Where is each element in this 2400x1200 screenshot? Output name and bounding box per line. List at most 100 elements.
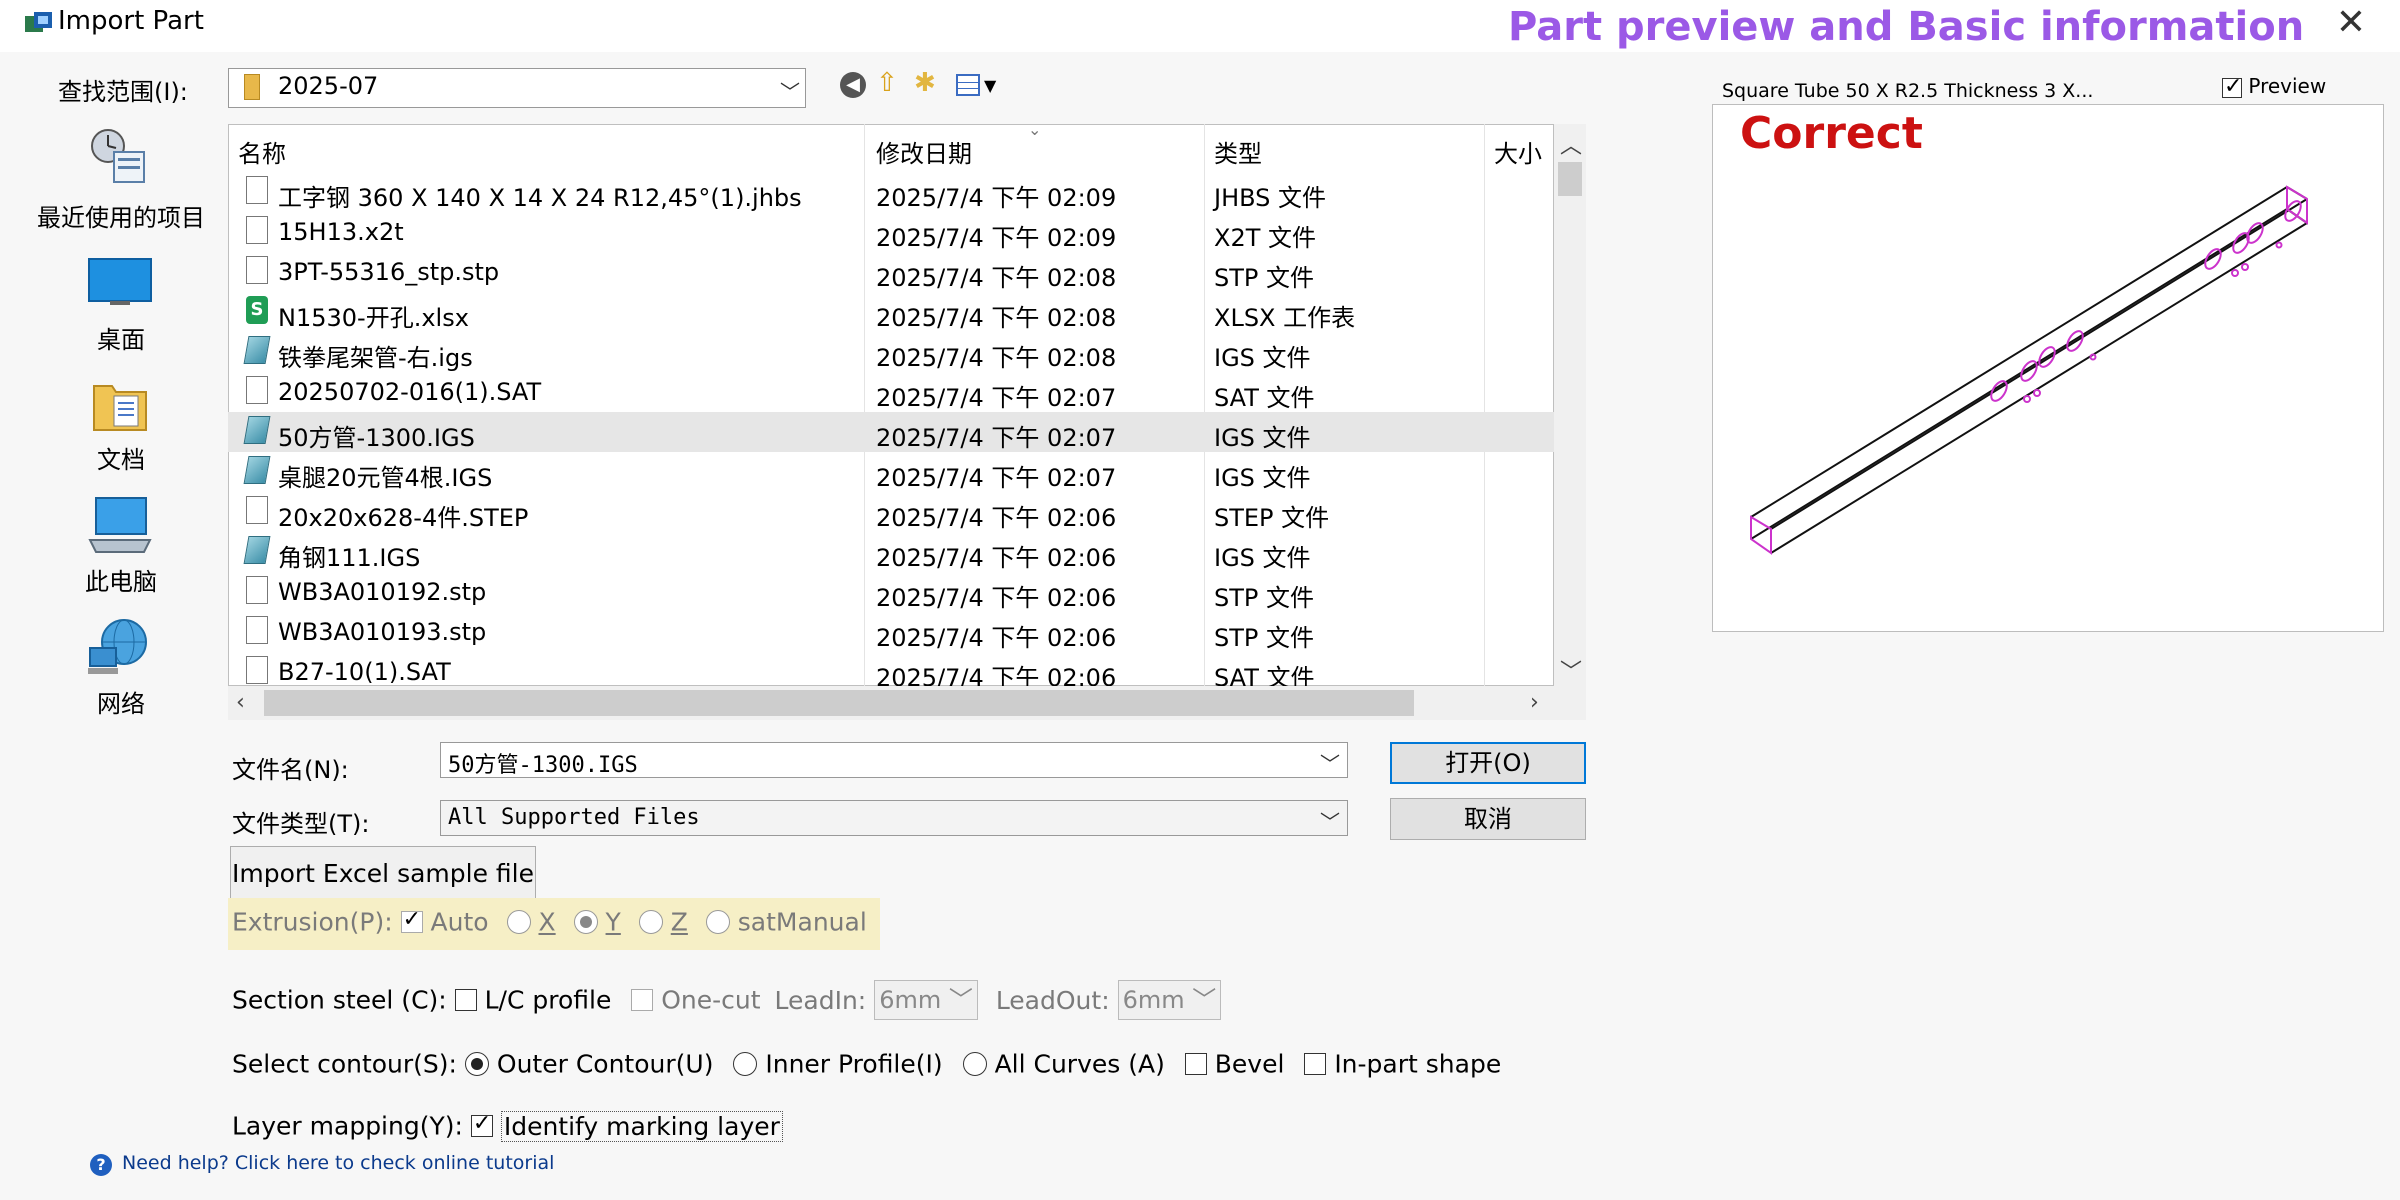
outer-contour-radio[interactable] [464, 1052, 489, 1076]
document-file-icon [246, 216, 268, 244]
filename-value: 50方管-1300.IGS [448, 753, 638, 778]
filetype-label: 文件类型(T): [232, 810, 370, 838]
chevron-down-icon[interactable]: ﹀ [780, 76, 800, 105]
bevel-label: Bevel [1214, 1049, 1285, 1079]
help-icon[interactable]: ? [90, 1154, 112, 1176]
place-documents[interactable]: 文档 [16, 440, 226, 475]
documents-icon[interactable] [92, 376, 148, 432]
lc-profile-checkbox[interactable] [454, 989, 477, 1011]
file-type: JHBS 文件 [1214, 184, 1327, 212]
file-row[interactable]: WB3A010193.stp 2025/7/4 下午 02:06 STP 文件 [228, 612, 1554, 652]
recent-items-icon[interactable] [86, 126, 150, 186]
cancel-button[interactable]: 取消 [1390, 798, 1586, 840]
file-row[interactable]: WB3A010192.stp 2025/7/4 下午 02:06 STP 文件 [228, 572, 1554, 612]
file-type: IGS 文件 [1214, 544, 1311, 572]
place-recent[interactable]: 最近使用的项目 [16, 198, 226, 233]
annotation-verdict: Correct [1740, 108, 1923, 159]
file-date: 2025/7/4 下午 02:09 [876, 184, 1117, 212]
view-dropdown-icon[interactable]: ▼ [984, 76, 996, 95]
file-date: 2025/7/4 下午 02:06 [876, 504, 1117, 532]
place-desktop[interactable]: 桌面 [16, 320, 226, 355]
cad-file-icon [243, 336, 271, 364]
back-icon[interactable]: ◀ [840, 72, 866, 98]
extrusion-z-radio[interactable] [638, 910, 663, 934]
column-modified[interactable]: 修改日期 [876, 134, 972, 169]
file-row[interactable]: 角钢111.IGS 2025/7/4 下午 02:06 IGS 文件 [228, 532, 1554, 572]
file-row[interactable]: S N1530-开孔.xlsx 2025/7/4 下午 02:08 XLSX 工作表 [228, 292, 1554, 332]
import-excel-button[interactable]: Import Excel sample file [230, 846, 536, 902]
section-steel-row: Section steel (C): L/C profile One-cut L… [232, 980, 1222, 1020]
annotation-heading: Part preview and Basic information [1508, 4, 2305, 50]
horizontal-scroll-thumb[interactable] [264, 690, 1414, 716]
network-icon[interactable] [88, 618, 152, 678]
lead-out-select[interactable]: 6mm ﹀ [1117, 980, 1222, 1020]
identify-marking-checkbox[interactable] [470, 1111, 493, 1137]
scroll-down-icon[interactable]: ﹀ [1560, 654, 1582, 686]
help-link[interactable]: Need help? Click here to check online tu… [122, 1152, 554, 1174]
column-type[interactable]: 类型 [1214, 134, 1262, 169]
file-type: SAT 文件 [1214, 384, 1315, 412]
extrusion-y-radio[interactable] [573, 910, 598, 934]
all-curves-label: All Curves (A) [994, 1049, 1165, 1079]
place-this-pc[interactable]: 此电脑 [16, 562, 226, 597]
file-row[interactable]: 桌腿20元管4根.IGS 2025/7/4 下午 02:07 IGS 文件 [228, 452, 1554, 492]
open-button[interactable]: 打开(O) [1390, 742, 1586, 784]
lead-out-value: 6mm [1122, 986, 1185, 1014]
view-menu-icon[interactable] [956, 74, 980, 96]
inner-profile-radio[interactable] [733, 1052, 758, 1076]
outer-contour-label: Outer Contour(U) [496, 1049, 714, 1079]
file-row[interactable]: 50方管-1300.IGS 2025/7/4 下午 02:07 IGS 文件 [228, 412, 1554, 452]
file-type: X2T 文件 [1214, 224, 1316, 252]
one-cut-checkbox[interactable] [631, 989, 654, 1011]
all-curves-radio[interactable] [962, 1052, 987, 1076]
file-row[interactable]: 15H13.x2t 2025/7/4 下午 02:09 X2T 文件 [228, 212, 1554, 252]
sort-chevron-icon: ⌄ [1028, 120, 1042, 139]
document-file-icon [246, 616, 268, 644]
file-row[interactable]: 20250702-016(1).SAT 2025/7/4 下午 02:07 SAT … [228, 372, 1554, 412]
scroll-right-icon[interactable]: › [1530, 690, 1539, 715]
vertical-scroll-thumb[interactable] [1558, 162, 1582, 196]
close-icon[interactable]: ✕ [2336, 2, 2366, 43]
chevron-down-icon[interactable]: ﹀ [1320, 748, 1340, 777]
lead-out-label: LeadOut: [995, 985, 1110, 1015]
column-name[interactable]: 名称 [238, 134, 286, 169]
file-type: XLSX 工作表 [1214, 304, 1356, 332]
scroll-up-icon[interactable]: ︿ [1560, 128, 1582, 160]
file-name: N1530-开孔.xlsx [278, 304, 469, 332]
lc-profile-label: L/C profile [484, 985, 612, 1015]
bevel-checkbox[interactable] [1184, 1053, 1207, 1075]
chevron-down-icon[interactable]: ﹀ [1320, 806, 1340, 835]
preview-checkbox[interactable] [2222, 74, 2242, 99]
file-type: IGS 文件 [1214, 344, 1311, 372]
section-steel-label: Section steel (C): [232, 985, 447, 1015]
file-date: 2025/7/4 下午 02:06 [876, 584, 1117, 612]
new-folder-icon[interactable]: ✱ [914, 68, 936, 98]
file-date: 2025/7/4 下午 02:06 [876, 624, 1117, 652]
place-network[interactable]: 网络 [16, 684, 226, 719]
cad-file-icon [243, 416, 271, 444]
file-row[interactable]: 工字钢 360 X 140 X 14 X 24 R12,45°(1).jhbs 2… [228, 172, 1554, 212]
file-name: 3PT-55316_stp.stp [278, 258, 500, 286]
this-pc-icon[interactable] [88, 496, 152, 556]
file-row[interactable]: 3PT-55316_stp.stp 2025/7/4 下午 02:08 STP 文件 [228, 252, 1554, 292]
up-folder-icon[interactable]: ⇧ [876, 68, 898, 98]
cad-file-icon [243, 536, 271, 564]
lead-in-select[interactable]: 6mm ﹀ [874, 980, 978, 1020]
document-file-icon [246, 496, 268, 524]
file-row[interactable]: 铁拳尾架管-右.igs 2025/7/4 下午 02:08 IGS 文件 [228, 332, 1554, 372]
desktop-icon[interactable] [88, 258, 152, 306]
vertical-scrollbar[interactable] [1554, 124, 1586, 686]
extrusion-satmanual-radio[interactable] [705, 910, 730, 934]
file-row[interactable]: 20x20x628-4件.STEP 2025/7/4 下午 02:06 STEP 文… [228, 492, 1554, 532]
lead-in-label: LeadIn: [774, 985, 867, 1015]
app-icon [24, 10, 54, 34]
in-part-shape-checkbox[interactable] [1304, 1053, 1327, 1075]
preview-toggle[interactable]: Preview [2222, 74, 2326, 99]
file-name: 20250702-016(1).SAT [278, 378, 542, 406]
one-cut-label: One-cut [661, 985, 761, 1015]
scroll-left-icon[interactable]: ‹ [236, 690, 245, 715]
extrusion-x-radio[interactable] [506, 910, 531, 934]
preview-title: Square Tube 50 X R2.5 Thickness 3 X... [1722, 80, 2094, 102]
extrusion-auto-checkbox[interactable] [400, 907, 423, 933]
column-size[interactable]: 大小 [1494, 134, 1542, 169]
